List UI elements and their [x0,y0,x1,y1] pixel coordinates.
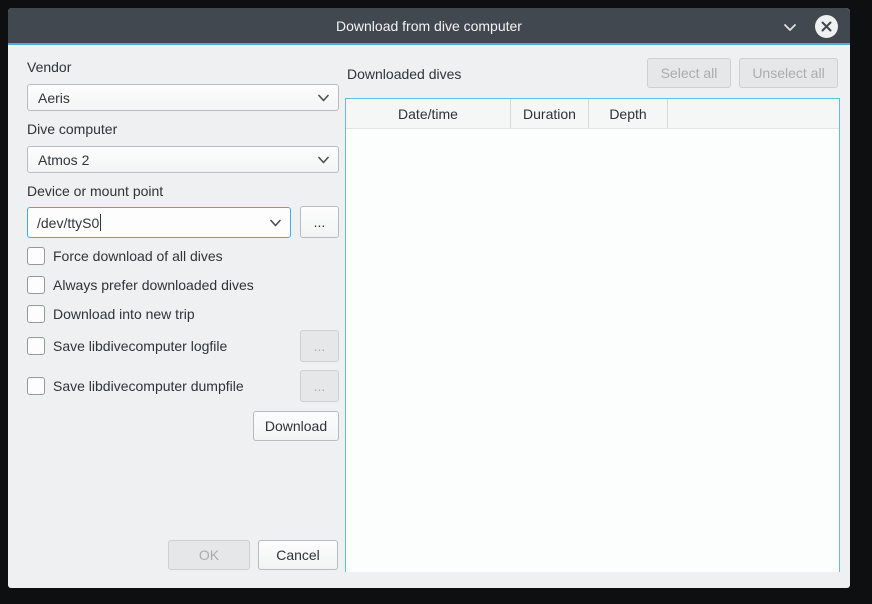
column-header-empty[interactable] [668,99,839,128]
save-dumpfile-row: Save libdivecomputer dumpfile [27,377,244,395]
downloaded-dives-table: Date/time Duration Depth [345,98,840,572]
dive-computer-label: Dive computer [27,121,117,137]
dive-computer-select-value: Atmos 2 [38,152,89,168]
save-dumpfile-checkbox[interactable] [27,377,45,395]
save-logfile-checkbox[interactable] [27,337,45,355]
download-dialog: Download from dive computer Vendor Aeris… [8,8,850,588]
chevron-down-icon [318,155,329,165]
new-trip-row: Download into new trip [27,305,195,323]
unselect-all-button[interactable]: Unselect all [739,58,838,88]
dumpfile-browse-button[interactable]: ... [300,370,339,402]
checkbox-label: Download into new trip [53,306,195,322]
vendor-select-value: Aeris [38,90,70,106]
vendor-select[interactable]: Aeris [27,84,339,111]
device-label: Device or mount point [27,183,163,199]
device-browse-button[interactable]: ... [300,206,339,238]
window-title: Download from dive computer [336,18,522,34]
prefer-downloaded-checkbox[interactable] [27,276,45,294]
checkbox-label: Always prefer downloaded dives [53,277,254,293]
device-input-value: /dev/ttyS0 [37,215,99,231]
chevron-down-icon[interactable] [270,218,281,228]
prefer-downloaded-row: Always prefer downloaded dives [27,276,254,294]
table-header-row: Date/time Duration Depth [346,99,839,129]
downloaded-dives-label: Downloaded dives [347,66,461,82]
force-download-row: Force download of all dives [27,247,223,265]
device-input[interactable]: /dev/ttyS0 [27,207,291,238]
checkbox-label: Save libdivecomputer dumpfile [53,378,244,394]
table-body-empty[interactable] [346,129,839,572]
checkbox-label: Force download of all dives [53,248,223,264]
ok-button[interactable]: OK [168,540,250,570]
titlebar[interactable]: Download from dive computer [8,8,850,45]
force-download-checkbox[interactable] [27,247,45,265]
text-cursor [100,214,101,231]
logfile-browse-button[interactable]: ... [300,330,339,362]
checkbox-label: Save libdivecomputer logfile [53,338,227,354]
chevron-down-icon[interactable] [782,19,798,35]
save-logfile-row: Save libdivecomputer logfile [27,337,227,355]
select-all-button[interactable]: Select all [647,58,731,88]
close-icon[interactable] [815,15,838,38]
dive-computer-select[interactable]: Atmos 2 [27,146,339,173]
column-header-duration[interactable]: Duration [511,99,589,128]
column-header-depth[interactable]: Depth [589,99,668,128]
vendor-label: Vendor [27,59,71,75]
chevron-down-icon [318,93,329,103]
new-trip-checkbox[interactable] [27,305,45,323]
column-header-datetime[interactable]: Date/time [346,99,511,128]
cancel-button[interactable]: Cancel [258,540,338,570]
download-button[interactable]: Download [253,411,339,441]
